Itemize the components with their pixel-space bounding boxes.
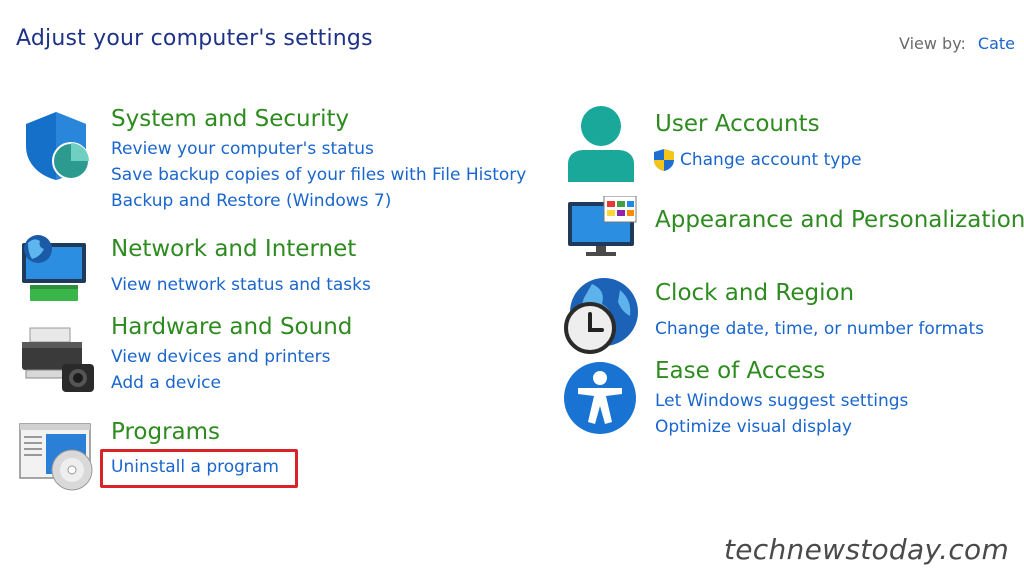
link-file-history[interactable]: Save backup copies of your files with Fi…: [111, 165, 526, 185]
link-network-status[interactable]: View network status and tasks: [111, 275, 371, 295]
clock-globe-icon[interactable]: [562, 276, 640, 354]
link-review-status[interactable]: Review your computer's status: [111, 139, 374, 159]
shield-icon[interactable]: [20, 110, 92, 182]
accessibility-icon[interactable]: [562, 360, 638, 436]
watermark: technewstoday.com: [724, 533, 1010, 566]
category-title-system-security[interactable]: System and Security: [111, 106, 349, 132]
category-title-clock-region[interactable]: Clock and Region: [655, 280, 854, 306]
highlight-box: [100, 449, 298, 488]
page-title: Adjust your computer's settings: [16, 26, 373, 51]
link-date-time-formats[interactable]: Change date, time, or number formats: [655, 319, 984, 339]
link-change-account-type[interactable]: Change account type: [680, 150, 862, 170]
control-panel: Adjust your computer's settings View by:…: [0, 0, 1024, 576]
appearance-monitor-icon[interactable]: [566, 196, 638, 258]
printer-icon[interactable]: [20, 326, 96, 394]
category-title-user-accounts[interactable]: User Accounts: [655, 111, 820, 137]
category-title-ease-of-access[interactable]: Ease of Access: [655, 358, 825, 384]
link-windows-suggest[interactable]: Let Windows suggest settings: [655, 391, 908, 411]
view-by-label: View by:: [899, 34, 966, 53]
view-by-dropdown[interactable]: Cate: [978, 34, 1015, 53]
network-monitor-icon[interactable]: [18, 233, 90, 305]
category-title-network-internet[interactable]: Network and Internet: [111, 236, 356, 262]
link-backup-restore[interactable]: Backup and Restore (Windows 7): [111, 191, 391, 211]
link-devices-printers[interactable]: View devices and printers: [111, 347, 330, 367]
view-by: View by: Cate: [899, 34, 1015, 53]
link-optimize-display[interactable]: Optimize visual display: [655, 417, 852, 437]
category-title-programs[interactable]: Programs: [111, 419, 220, 445]
category-title-appearance[interactable]: Appearance and Personalization: [655, 207, 1024, 233]
programs-disc-icon[interactable]: [18, 422, 96, 492]
uac-shield-icon: [654, 149, 674, 171]
link-add-device[interactable]: Add a device: [111, 373, 221, 393]
category-title-hardware-sound[interactable]: Hardware and Sound: [111, 314, 352, 340]
user-icon[interactable]: [566, 104, 636, 184]
